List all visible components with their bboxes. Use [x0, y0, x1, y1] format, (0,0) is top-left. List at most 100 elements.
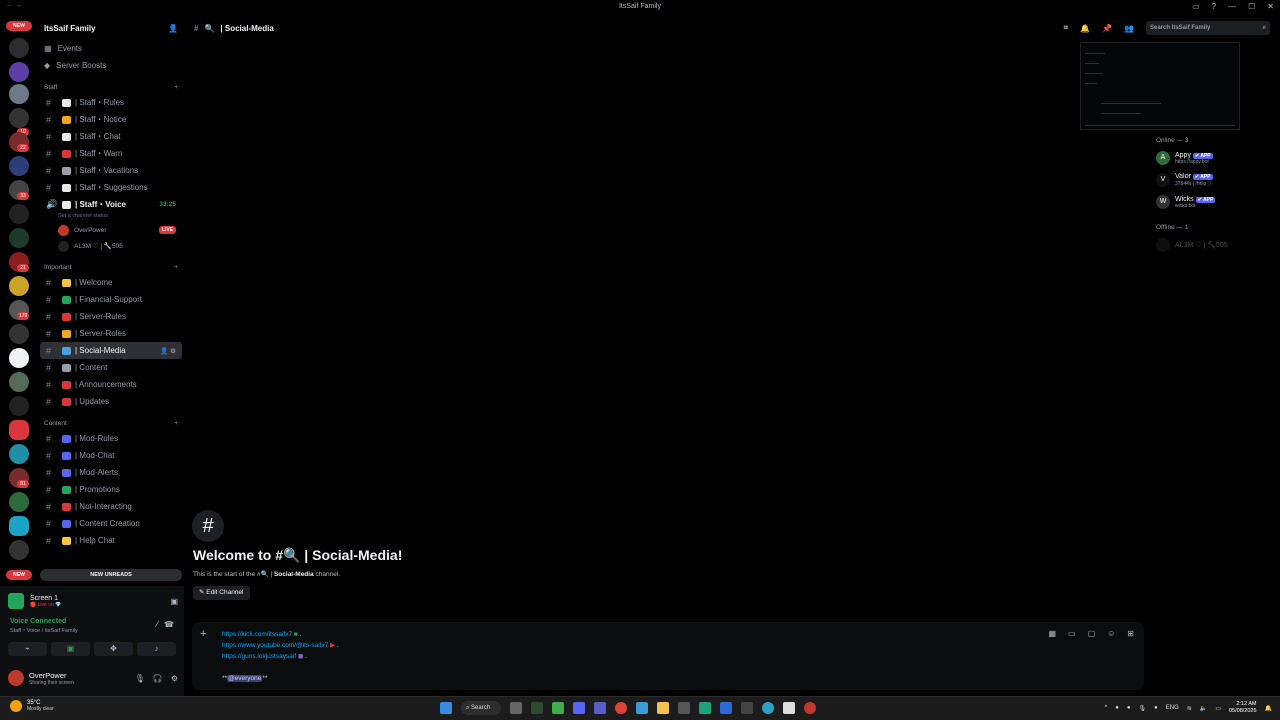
server-icon[interactable]	[9, 324, 29, 344]
new-badge[interactable]: NEW	[6, 570, 32, 580]
attach-plus-icon[interactable]: +	[200, 628, 206, 640]
server-icon[interactable]	[9, 84, 29, 104]
channel-item[interactable]: # | Social-Media 👤 ⚙	[40, 342, 182, 359]
invite-icon[interactable]: 👤	[160, 348, 168, 355]
settings-gear-icon[interactable]: ⚙	[171, 674, 178, 683]
notepad-icon[interactable]	[783, 702, 795, 714]
channel-item[interactable]: # | Mod-Rules	[40, 430, 182, 447]
stream-preview[interactable]: Screen 1 🔴 Live on 💎 ▣	[8, 590, 178, 612]
chevron-up-icon[interactable]: ^	[1104, 705, 1107, 711]
add-channel-icon[interactable]: +	[174, 264, 178, 271]
server-icon[interactable]	[9, 62, 29, 82]
channel-item[interactable]: # | Server-Rules	[40, 308, 182, 325]
app-icon[interactable]	[552, 702, 564, 714]
current-user[interactable]: OverPower Sharing their screen 🎙 🎧 ⚙	[8, 666, 178, 690]
category-content[interactable]: Content +	[38, 416, 184, 430]
activities-button[interactable]: ✥	[94, 642, 133, 656]
member-item[interactable]: V Valor ✔ APP 37844s | /help ⓘ	[1156, 173, 1213, 187]
app-icon[interactable]	[531, 702, 543, 714]
disconnect-icon[interactable]: ☎	[164, 620, 174, 629]
member-item[interactable]: A Appy ✔ APP https://appy.bot	[1156, 151, 1213, 165]
calculator-icon[interactable]	[741, 702, 753, 714]
soundboard-button[interactable]: ♪	[137, 642, 176, 656]
member-item[interactable]: W Wicks ✔ APP wicks.bot	[1156, 195, 1216, 209]
channel-item[interactable]: # | Staff・Chat	[40, 128, 182, 145]
tray-app-icon[interactable]: ●	[1127, 705, 1131, 711]
server-icon[interactable]	[9, 204, 29, 224]
task-view-icon[interactable]	[510, 702, 522, 714]
channel-item[interactable]: # | Not-Interacting	[40, 498, 182, 515]
server-icon[interactable]	[9, 228, 29, 248]
channel-item[interactable]: # | Mod-Chat	[40, 447, 182, 464]
weather-widget[interactable]: 35°C Mostly clear	[10, 700, 54, 712]
channel-item[interactable]: # | Staff・Notice	[40, 111, 182, 128]
channel-item[interactable]: # | Financial-Support	[40, 291, 182, 308]
channel-item[interactable]: # | Welcome	[40, 274, 182, 291]
teams-icon[interactable]	[594, 702, 606, 714]
taskbar-search[interactable]: ⌕ Search	[461, 701, 501, 715]
search-input[interactable]: Search ItsSaif Family ⌕	[1146, 21, 1270, 35]
file-explorer-icon[interactable]	[657, 702, 669, 714]
channel-item[interactable]: # | Staff・Vacations	[40, 162, 182, 179]
windows-start-icon[interactable]	[440, 702, 452, 714]
voice-user[interactable]: AL3M ♡ | 🔧505	[38, 238, 184, 254]
voice-connection-status[interactable]: Voice Connected Staff・Voice / ItsSaif Fa…	[10, 618, 180, 634]
channel-status[interactable]: Set a channel status	[38, 213, 184, 222]
clock[interactable]: 2:12 AM 05/08/2026	[1229, 701, 1257, 715]
category-important[interactable]: Important +	[38, 260, 184, 274]
server-icon[interactable]	[9, 156, 29, 176]
channel-item[interactable]: # | Mod-Alerts	[40, 464, 182, 481]
channel-item[interactable]: # | Staff・Warn	[40, 145, 182, 162]
composer-link[interactable]: https://kick.com/itssaifx7	[222, 631, 292, 638]
camera-button[interactable]: ⌁	[8, 642, 47, 656]
server-icon[interactable]	[9, 516, 29, 536]
voice-channel-staff-voice[interactable]: 🔊 | Staff・Voice 33:25	[40, 196, 182, 213]
headphones-icon[interactable]: 🎧	[153, 674, 163, 683]
channel-item[interactable]: # | Server-Roles	[40, 325, 182, 342]
channel-item[interactable]: # | Announcements	[40, 376, 182, 393]
apps-icon[interactable]: ⊞	[1127, 629, 1134, 638]
composer-link[interactable]: https://www.youtube.com/@its-saifx7	[222, 642, 328, 649]
category-staff[interactable]: Staff +	[38, 80, 184, 94]
noise-suppression-icon[interactable]: ⁄	[157, 620, 158, 629]
stream-preview-popup[interactable]	[1080, 42, 1240, 130]
channel-item[interactable]: # | Staff・Rules	[40, 94, 182, 111]
minimize-button[interactable]: —	[1228, 2, 1236, 11]
server-icon[interactable]	[9, 276, 29, 296]
notifications-icon[interactable]: 🔔	[1265, 705, 1272, 712]
server-icon[interactable]	[9, 540, 29, 560]
maximize-button[interactable]: ☐	[1248, 2, 1255, 11]
server-icon[interactable]	[9, 348, 29, 368]
channel-settings-icon[interactable]: ⚙	[170, 348, 176, 355]
volume-icon[interactable]: 🔈	[1200, 705, 1207, 712]
server-boosts-link[interactable]: ◆ Server Boosts	[38, 57, 184, 74]
voice-user[interactable]: OverPower LIVE	[38, 222, 184, 238]
channel-item[interactable]: # | Updates	[40, 393, 182, 410]
bell-icon[interactable]: 🔔	[1080, 24, 1090, 33]
threads-icon[interactable]: ⌗	[1064, 23, 1069, 33]
channel-item[interactable]: # | Help Chat	[40, 532, 182, 549]
server-icon[interactable]	[9, 444, 29, 464]
channel-item[interactable]: # | Content Creation	[40, 515, 182, 532]
tray-app-icon[interactable]: ●	[1154, 705, 1158, 711]
app-icon[interactable]	[699, 702, 711, 714]
chrome-icon[interactable]	[615, 702, 627, 714]
help-icon[interactable]: ?	[1212, 2, 1216, 11]
new-badge[interactable]: NEW	[6, 21, 32, 31]
obs-icon[interactable]	[804, 702, 816, 714]
close-button[interactable]: ✕	[1267, 2, 1274, 11]
microphone-icon[interactable]: 🎙	[1139, 705, 1147, 712]
screen-share-button[interactable]: ▣	[51, 642, 90, 656]
edge-icon[interactable]	[762, 702, 774, 714]
wifi-icon[interactable]: ≋	[1187, 705, 1192, 712]
security-icon[interactable]	[720, 702, 732, 714]
composer-link[interactable]: https://guns.lol/justsaysaif	[222, 653, 296, 660]
server-icon[interactable]	[9, 492, 29, 512]
pin-icon[interactable]: 📌	[1102, 24, 1112, 33]
discord-icon[interactable]	[573, 702, 585, 714]
message-composer[interactable]: + https://kick.com/itssaifx7 ■ . https:/…	[192, 622, 1144, 690]
events-link[interactable]: ▦ Events	[38, 40, 184, 57]
server-icon[interactable]	[9, 396, 29, 416]
sticker-icon[interactable]: ▢	[1088, 629, 1096, 638]
tray-app-icon[interactable]: ●	[1115, 705, 1119, 711]
